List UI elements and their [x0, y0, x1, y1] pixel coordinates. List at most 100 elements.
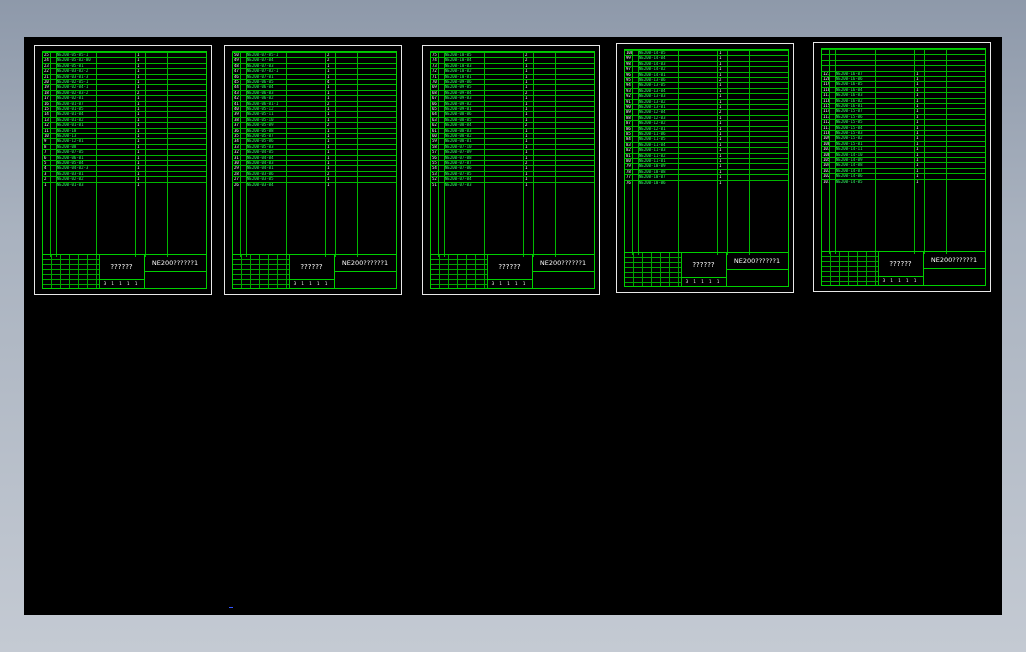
table-cell: 34 — [234, 139, 239, 144]
table-cell: NE200-02-02 — [57, 177, 84, 182]
table-cell: 86 — [626, 126, 631, 131]
table-cell: 1 — [916, 174, 919, 179]
table-cell: 1 — [137, 58, 140, 63]
table-cell: 2 — [44, 177, 47, 182]
table-cell: 11 — [44, 128, 49, 133]
table-cell: 64 — [432, 112, 437, 117]
table-cell: 32 — [234, 150, 239, 155]
table-cell: 1 — [525, 74, 528, 79]
table-cell: 44 — [234, 85, 239, 90]
table-cell: NE200-02-05-1 — [57, 80, 89, 84]
table-cell: 1 — [137, 123, 140, 128]
title-block-notes-box — [726, 269, 788, 286]
table-cell: NE200-13-01 — [639, 105, 666, 109]
table-cell: NE200-07-09 — [445, 150, 472, 155]
table-cell: 1 — [916, 87, 919, 92]
table-cell: NE200-12-01 — [639, 126, 666, 131]
table-cell: 82 — [626, 148, 631, 153]
table-cell: 1 — [525, 182, 528, 187]
table-cell: 49 — [234, 58, 239, 63]
table-cell: 50 — [234, 53, 239, 57]
drawing-sheet[interactable]: 100 NE200-14-05 1 99 NE200-14-04 1 98 NE200-14-… — [616, 43, 794, 293]
table-cell: NE200-15-06 — [836, 114, 863, 119]
table-cell: NE200-08-03 — [445, 128, 472, 133]
table-cell: NE200-07-01 — [247, 74, 274, 79]
table-cell: 39 — [234, 112, 239, 117]
title-block-notes-box — [923, 268, 985, 285]
table-cell: 29 — [234, 166, 239, 171]
table-cell: 56 — [432, 155, 437, 160]
drawing-sheet[interactable]: 25 NE200-05-05-1 1 24 NE200-05-02-00 1 23 NE200… — [34, 45, 212, 295]
table-cell: 77 — [626, 175, 631, 180]
drawing-sheet[interactable]: 121 NE200-16-07 1 120 NE200-16-06 1 119 NE200-1… — [813, 42, 991, 292]
table-cell: 1 — [719, 72, 722, 77]
table-cell: NE200-13 — [57, 134, 77, 138]
table-cell: 1 — [719, 56, 722, 61]
table-cell: NE200-02-03-2 — [57, 90, 89, 95]
revision-grid — [822, 252, 879, 285]
sheet-frame: 25 NE200-05-05-1 1 24 NE200-05-02-00 1 23 NE200… — [42, 51, 207, 289]
table-cell: 1 — [137, 101, 140, 106]
table-cell: 1 — [916, 114, 919, 119]
revision-grid — [43, 255, 100, 288]
table-cell: 52 — [432, 177, 437, 182]
table-cell: 2 — [327, 58, 330, 63]
table-cell: 1 — [719, 121, 722, 126]
table-cell: 1 — [327, 182, 330, 187]
table-cell: NE200-01-03 — [57, 182, 84, 187]
table-cell: NE200-03-01 — [57, 171, 84, 176]
table-cell: NE200-10-02 — [445, 69, 472, 74]
table-cell: 68 — [432, 90, 437, 95]
drawing-sheet[interactable]: 75 NE200-10-05 2 74 NE200-10-04 2 73 NE200-10-0… — [422, 45, 600, 295]
table-cell: NE200-14-06 — [836, 174, 863, 179]
table-cell: NE200-04-03 — [247, 161, 274, 165]
table-cell: 66 — [432, 101, 437, 106]
table-cell: NE200-14-05 — [639, 51, 666, 55]
table-cell: NE200-15-05 — [836, 120, 863, 125]
table-cell: 1 — [719, 180, 722, 185]
table-cell: NE200-12-01 — [57, 139, 84, 144]
table-cell: 118 — [823, 87, 829, 92]
table-cell: 1 — [719, 105, 722, 109]
table-cell: 1 — [327, 112, 330, 117]
table-cell: 1 — [916, 163, 919, 168]
sheet-index-marks: 3 1 1 1 1 — [289, 279, 335, 288]
table-cell: 33 — [234, 144, 239, 149]
table-cell: NE200-05-10 — [247, 117, 274, 122]
sheet-index-marks: 3 1 1 1 1 — [487, 279, 533, 288]
table-cell: 5 — [44, 161, 47, 165]
table-cell: 1 — [137, 107, 140, 111]
drawing-code-label: NE200??????1 — [334, 255, 396, 272]
table-cell: 1 — [916, 147, 919, 152]
parts-list-table: 121 NE200-16-07 1 120 NE200-16-06 1 119 NE200-1… — [822, 49, 985, 254]
table-cell: 1 — [525, 144, 528, 149]
drawing-sheet[interactable]: 50 NE200-07-05-1 2 49 NE200-07-04 2 48 NE200-07… — [224, 45, 402, 295]
table-cell: 1 — [137, 117, 140, 122]
table-cell: NE200-16-03 — [836, 93, 863, 98]
table-cell: NE200-10-09 — [639, 164, 666, 169]
table-cell: NE200-03-04 — [247, 182, 274, 187]
table-cell: 1 — [327, 161, 330, 165]
table-cell: NE200-13-02 — [639, 99, 666, 104]
table-cell: 88 — [626, 115, 631, 120]
table-cell: 1 — [327, 134, 330, 138]
table-cell: NE200-06-02 — [247, 96, 274, 101]
table-cell: 14 — [44, 112, 49, 117]
table-cell: 48 — [234, 63, 239, 68]
table-cell: NE200-05-02-00 — [57, 58, 91, 63]
table-cell: NE200-09-02 — [445, 101, 472, 106]
table-cell: 100 — [626, 51, 632, 55]
table-cell: NE200-05-08 — [247, 128, 274, 133]
table-cell: NE200-16-07 — [836, 71, 863, 76]
table-cell: 1 — [719, 51, 722, 55]
table-cell: NE200-16-01 — [836, 104, 863, 108]
table-cell: 1 — [137, 96, 140, 101]
table-cell: 106 — [823, 152, 829, 157]
table-cell: 70 — [432, 80, 437, 84]
table-cell: NE200-08-04 — [445, 123, 472, 128]
table-cell: NE200-11-01 — [639, 159, 666, 163]
table-cell: 1 — [137, 166, 140, 171]
sheet-frame: 50 NE200-07-05-1 2 49 NE200-07-04 2 48 NE200-07… — [232, 51, 397, 289]
table-cell: NE200-07-03 — [247, 63, 274, 68]
cad-model-space[interactable]: 25 NE200-05-05-1 1 24 NE200-05-02-00 1 23 NE200… — [24, 37, 1002, 615]
